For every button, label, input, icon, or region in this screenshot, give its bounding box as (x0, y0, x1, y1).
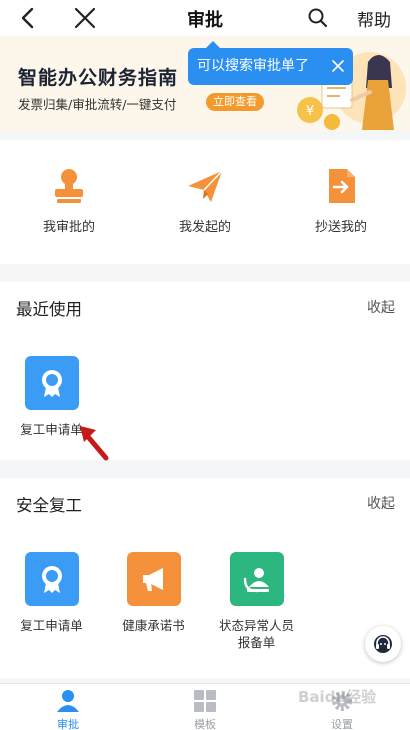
tab-label: 审批 (57, 718, 79, 730)
app-abnormal-status-report[interactable]: 状态异常人员报备单 (209, 552, 304, 651)
tooltip-close-icon[interactable] (329, 57, 347, 75)
quick-actions: 我审批的 我发起的 抄送我的 (0, 140, 410, 264)
banner-title: 智能办公财务指南 (18, 67, 179, 89)
section-title: 安全复工 (16, 496, 82, 515)
tab-approval[interactable]: 审批 (33, 688, 103, 730)
badge-icon (41, 370, 62, 397)
tab-label: 设置 (331, 718, 353, 730)
banner-cta-button[interactable]: 立即查看 (206, 93, 264, 111)
customer-service-button[interactable] (365, 626, 401, 662)
stamp-icon (55, 169, 83, 203)
page-title: 审批 (187, 10, 223, 31)
grid-icon (194, 690, 216, 712)
svg-text:¥: ¥ (306, 104, 314, 119)
cc-document-icon (329, 169, 355, 203)
app-label: 状态异常人员报备单 (218, 618, 294, 650)
section-title: 最近使用 (16, 300, 82, 319)
top-bar: 审批 帮助 (0, 0, 410, 36)
app-health-pledge[interactable]: 健康承诺书 (106, 552, 201, 634)
search-icon[interactable] (306, 6, 330, 30)
quick-action-label: 我发起的 (178, 220, 231, 235)
pointer-arrow-annotation (80, 426, 109, 461)
tooltip-arrow (206, 41, 220, 48)
app-tile (229, 552, 284, 606)
person-icon (57, 690, 79, 712)
app-label: 健康承诺书 (122, 618, 185, 633)
app-label: 复工申请单 (20, 618, 83, 633)
quick-action-my-approvals[interactable]: 我审批的 (14, 166, 124, 235)
quick-action-initiated[interactable]: 我发起的 (150, 166, 260, 235)
recent-section: 最近使用 收起 复工申请单 (0, 282, 410, 461)
headset-icon (374, 635, 392, 653)
paper-plane-icon (188, 170, 223, 202)
app-tile (126, 552, 181, 606)
megaphone-icon (142, 568, 163, 591)
watermark: Baidu经验 (298, 688, 377, 706)
app-tile (24, 356, 79, 410)
banner-subtitle: 发票归集/审批流转/一键支付 (18, 97, 177, 112)
collapse-button[interactable]: 收起 (367, 493, 395, 513)
collapse-button[interactable]: 收起 (367, 297, 395, 317)
tooltip-text: 可以搜索审批单了 (197, 58, 309, 74)
tab-templates[interactable]: 模板 (170, 688, 240, 730)
person-report-icon (243, 568, 269, 593)
search-tooltip: 可以搜索审批单了 (188, 41, 353, 85)
help-button[interactable]: 帮助 (357, 6, 391, 31)
app-return-to-work-request[interactable]: 复工申请单 (4, 552, 99, 634)
quick-action-cc-to-me[interactable]: 抄送我的 (286, 166, 396, 235)
quick-action-label: 我审批的 (42, 220, 95, 235)
tab-label: 模板 (194, 718, 216, 730)
badge-icon (41, 566, 62, 593)
quick-action-label: 抄送我的 (314, 220, 367, 235)
safe-return-section: 安全复工 收起 复工申请单 健康承诺书 状态异常人员报备单 (0, 478, 410, 678)
app-tile (24, 552, 79, 606)
